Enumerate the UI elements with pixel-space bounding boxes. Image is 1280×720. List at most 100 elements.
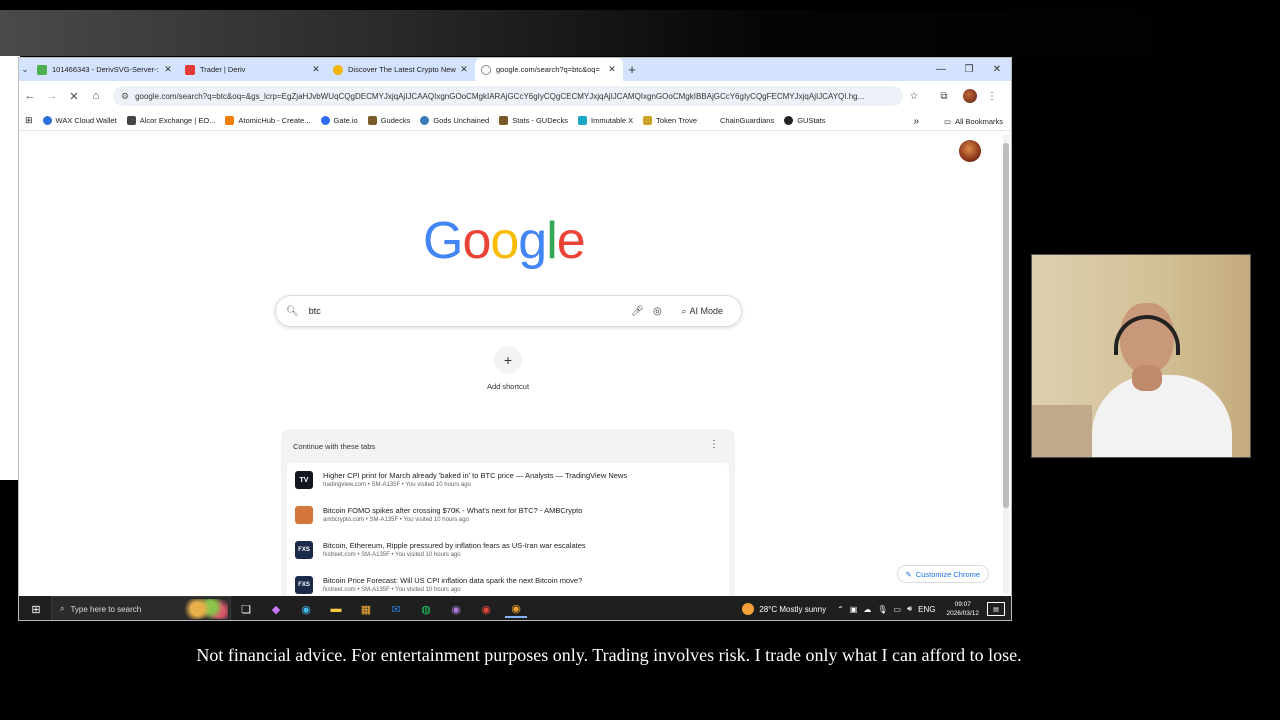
bookmark-alcor-exchange[interactable]: Alcor Exchange | EO... (126, 116, 215, 125)
gudecks-icon (367, 116, 377, 125)
wax-icon (42, 116, 52, 125)
logo-letter: e (556, 212, 586, 270)
outlook-icon[interactable]: ✉ (385, 600, 407, 618)
bookmark-gudecks[interactable]: Gudecks (367, 116, 410, 125)
chainguardians-icon (707, 116, 717, 125)
page-scrollbar[interactable] (1003, 135, 1009, 593)
plus-icon: + (494, 346, 522, 374)
bookmark-wax-cloud-wallet[interactable]: WAX Cloud Wallet (42, 116, 117, 125)
taskbar-search[interactable]: ⌕ Type here to search (51, 596, 231, 620)
home-icon[interactable]: ⌂ (85, 90, 107, 102)
bookmark-gateio[interactable]: Gate.io (320, 116, 358, 125)
tab-crypto-news[interactable]: Discover The Latest Crypto New ✕ (327, 58, 475, 81)
close-icon[interactable]: ✕ (163, 64, 173, 75)
weather-widget[interactable]: 28°C Mostly sunny (742, 603, 826, 615)
folder-icon (643, 116, 653, 125)
google-account-avatar[interactable] (959, 140, 981, 162)
minimize-button[interactable]: — (927, 58, 955, 81)
bookmark-stats-gudecks[interactable]: Stats - GUDecks (499, 116, 568, 125)
address-bar[interactable]: ⚙ google.com/search?q=btc&oq=&gs_lcrp=Eg… (113, 86, 903, 106)
ambcrypto-icon (295, 506, 313, 524)
bookmark-gods-unchained[interactable]: Gods Unchained (420, 116, 489, 125)
tab-trader-deriv[interactable]: Trader | Deriv ✕ (179, 58, 327, 81)
continue-tabs-list: TV Higher CPI print for March already 'b… (287, 463, 729, 596)
bookmark-token-trove[interactable]: Token Trove (643, 116, 697, 125)
ai-mode-button[interactable]: ⌕ AI Mode (673, 303, 731, 320)
chevron-up-icon[interactable]: ⌃ (837, 605, 844, 614)
edge-icon[interactable]: ◉ (295, 600, 317, 618)
extensions-icon[interactable]: ⧉ (933, 91, 955, 102)
back-icon[interactable]: ← (19, 90, 41, 102)
toolbar: ← → ✕ ⌂ ⚙ google.com/search?q=btc&oq=&gs… (19, 81, 1011, 111)
list-item[interactable]: TV Higher CPI print for March already 'b… (287, 463, 729, 498)
drive-icon (37, 64, 47, 75)
stop-icon[interactable]: ✕ (63, 90, 85, 103)
logo-letter: l (546, 212, 558, 270)
google-logo: Google (423, 211, 586, 271)
atomichub-icon (225, 116, 235, 125)
tab-deriv-server[interactable]: 101466343 - DerivSVG-Server-: ✕ (31, 58, 179, 81)
gateio-icon (320, 116, 330, 125)
onedrive-icon[interactable]: ☁ (863, 605, 871, 614)
chrome-window: ⌄ 101466343 - DerivSVG-Server-: ✕ Trader… (18, 57, 1012, 621)
continue-tabs-title: Continue with these tabs (293, 442, 376, 451)
task-view-icon[interactable]: ❏ (235, 600, 257, 618)
copilot-icon[interactable]: ◆ (265, 600, 287, 618)
bookmark-immutable-x[interactable]: Immutable X (578, 116, 633, 125)
apps-icon[interactable]: ⊞ (25, 115, 33, 126)
volume-icon[interactable]: 🔊︎ (907, 604, 912, 614)
microsoft-store-icon[interactable]: ▦ (355, 600, 377, 618)
more-options-icon[interactable]: ⋮ (709, 439, 719, 450)
restore-button[interactable]: ❐ (955, 58, 983, 81)
list-item[interactable]: FXS Bitcoin, Ethereum, Ripple pressured … (287, 533, 729, 568)
bookmark-star-icon[interactable]: ☆ (903, 91, 925, 102)
background-top-bar (0, 0, 1280, 10)
list-item[interactable]: FXS Bitcoin Price Forecast: Will US CPI … (287, 568, 729, 596)
clock[interactable]: 09:07 2026/03/12 (946, 600, 979, 618)
pencil-icon: ✎ (905, 569, 912, 579)
network-icon[interactable]: ▭ (894, 605, 902, 614)
gudecks-icon (499, 116, 509, 125)
scrollbar-thumb[interactable] (1003, 143, 1009, 508)
tab-google-search[interactable]: google.com/search?q=btc&oq= ✕ (475, 58, 623, 81)
menu-icon[interactable]: ⋮ (981, 91, 1003, 102)
logo-letter: G (423, 212, 463, 270)
search-box[interactable]: 🔍︎ btc 🎤︎ ◎ ⌕ AI Mode (275, 295, 742, 327)
system-tray: 28°C Mostly sunny ⌃ ▣ ☁ 🎙︎ ▭ 🔊︎ ENG 09:0… (742, 596, 1011, 620)
logo-letter: o (490, 212, 519, 270)
close-icon[interactable]: ✕ (311, 64, 321, 75)
site-info-icon[interactable]: ⚙ (121, 91, 129, 102)
new-tab-button[interactable]: + (623, 62, 641, 77)
webcam-overlay (1031, 254, 1251, 458)
background-strip (0, 56, 20, 480)
language-indicator[interactable]: ENG (918, 605, 935, 614)
bookmark-chainguardians[interactable]: ChainGuardians (707, 116, 774, 125)
microphone-icon[interactable]: 🎙︎ (877, 605, 887, 614)
gods-unchained-icon (420, 116, 430, 125)
add-shortcut-tile[interactable]: + Add shortcut (482, 346, 534, 391)
file-explorer-icon[interactable]: ▬ (325, 600, 347, 618)
forward-icon[interactable]: → (41, 90, 63, 102)
microphone-icon[interactable]: 🎤︎ (627, 306, 647, 317)
google-lens-icon[interactable]: ◎ (647, 306, 667, 317)
notification-icon[interactable]: ▤ (987, 602, 1005, 616)
bookmark-atomichub[interactable]: AtomicHub - Create... (225, 116, 311, 125)
customize-chrome-button[interactable]: ✎ Customize Chrome (896, 565, 989, 583)
profile-avatar[interactable] (963, 89, 977, 103)
bookmark-gustats[interactable]: GUStats (784, 116, 826, 125)
close-icon[interactable]: ✕ (607, 64, 617, 75)
close-window-button[interactable]: ✕ (983, 58, 1011, 81)
chrome-alt-icon[interactable]: ◉ (475, 600, 497, 618)
whatsapp-icon[interactable]: ◍ (415, 600, 437, 618)
all-bookmarks-button[interactable]: ▭ All Bookmarks (944, 111, 1003, 131)
close-icon[interactable]: ✕ (459, 64, 469, 75)
tray-app-icon[interactable]: ▣ (850, 605, 858, 614)
chrome-profile-icon[interactable]: ◉ (445, 600, 467, 618)
windows-start-icon[interactable]: ⊞ (25, 600, 47, 618)
tab-search-icon[interactable]: ⌄ (19, 64, 31, 75)
more-bookmarks-icon[interactable]: » (913, 111, 919, 131)
new-tab-page: Google 🔍︎ btc 🎤︎ ◎ ⌕ AI Mode + Add shortc… (19, 131, 1003, 596)
chrome-icon[interactable]: ◉ (505, 600, 527, 618)
list-item[interactable]: Bitcoin FOMO spikes after crossing $70K … (287, 498, 729, 533)
search-input[interactable]: btc (309, 306, 628, 316)
